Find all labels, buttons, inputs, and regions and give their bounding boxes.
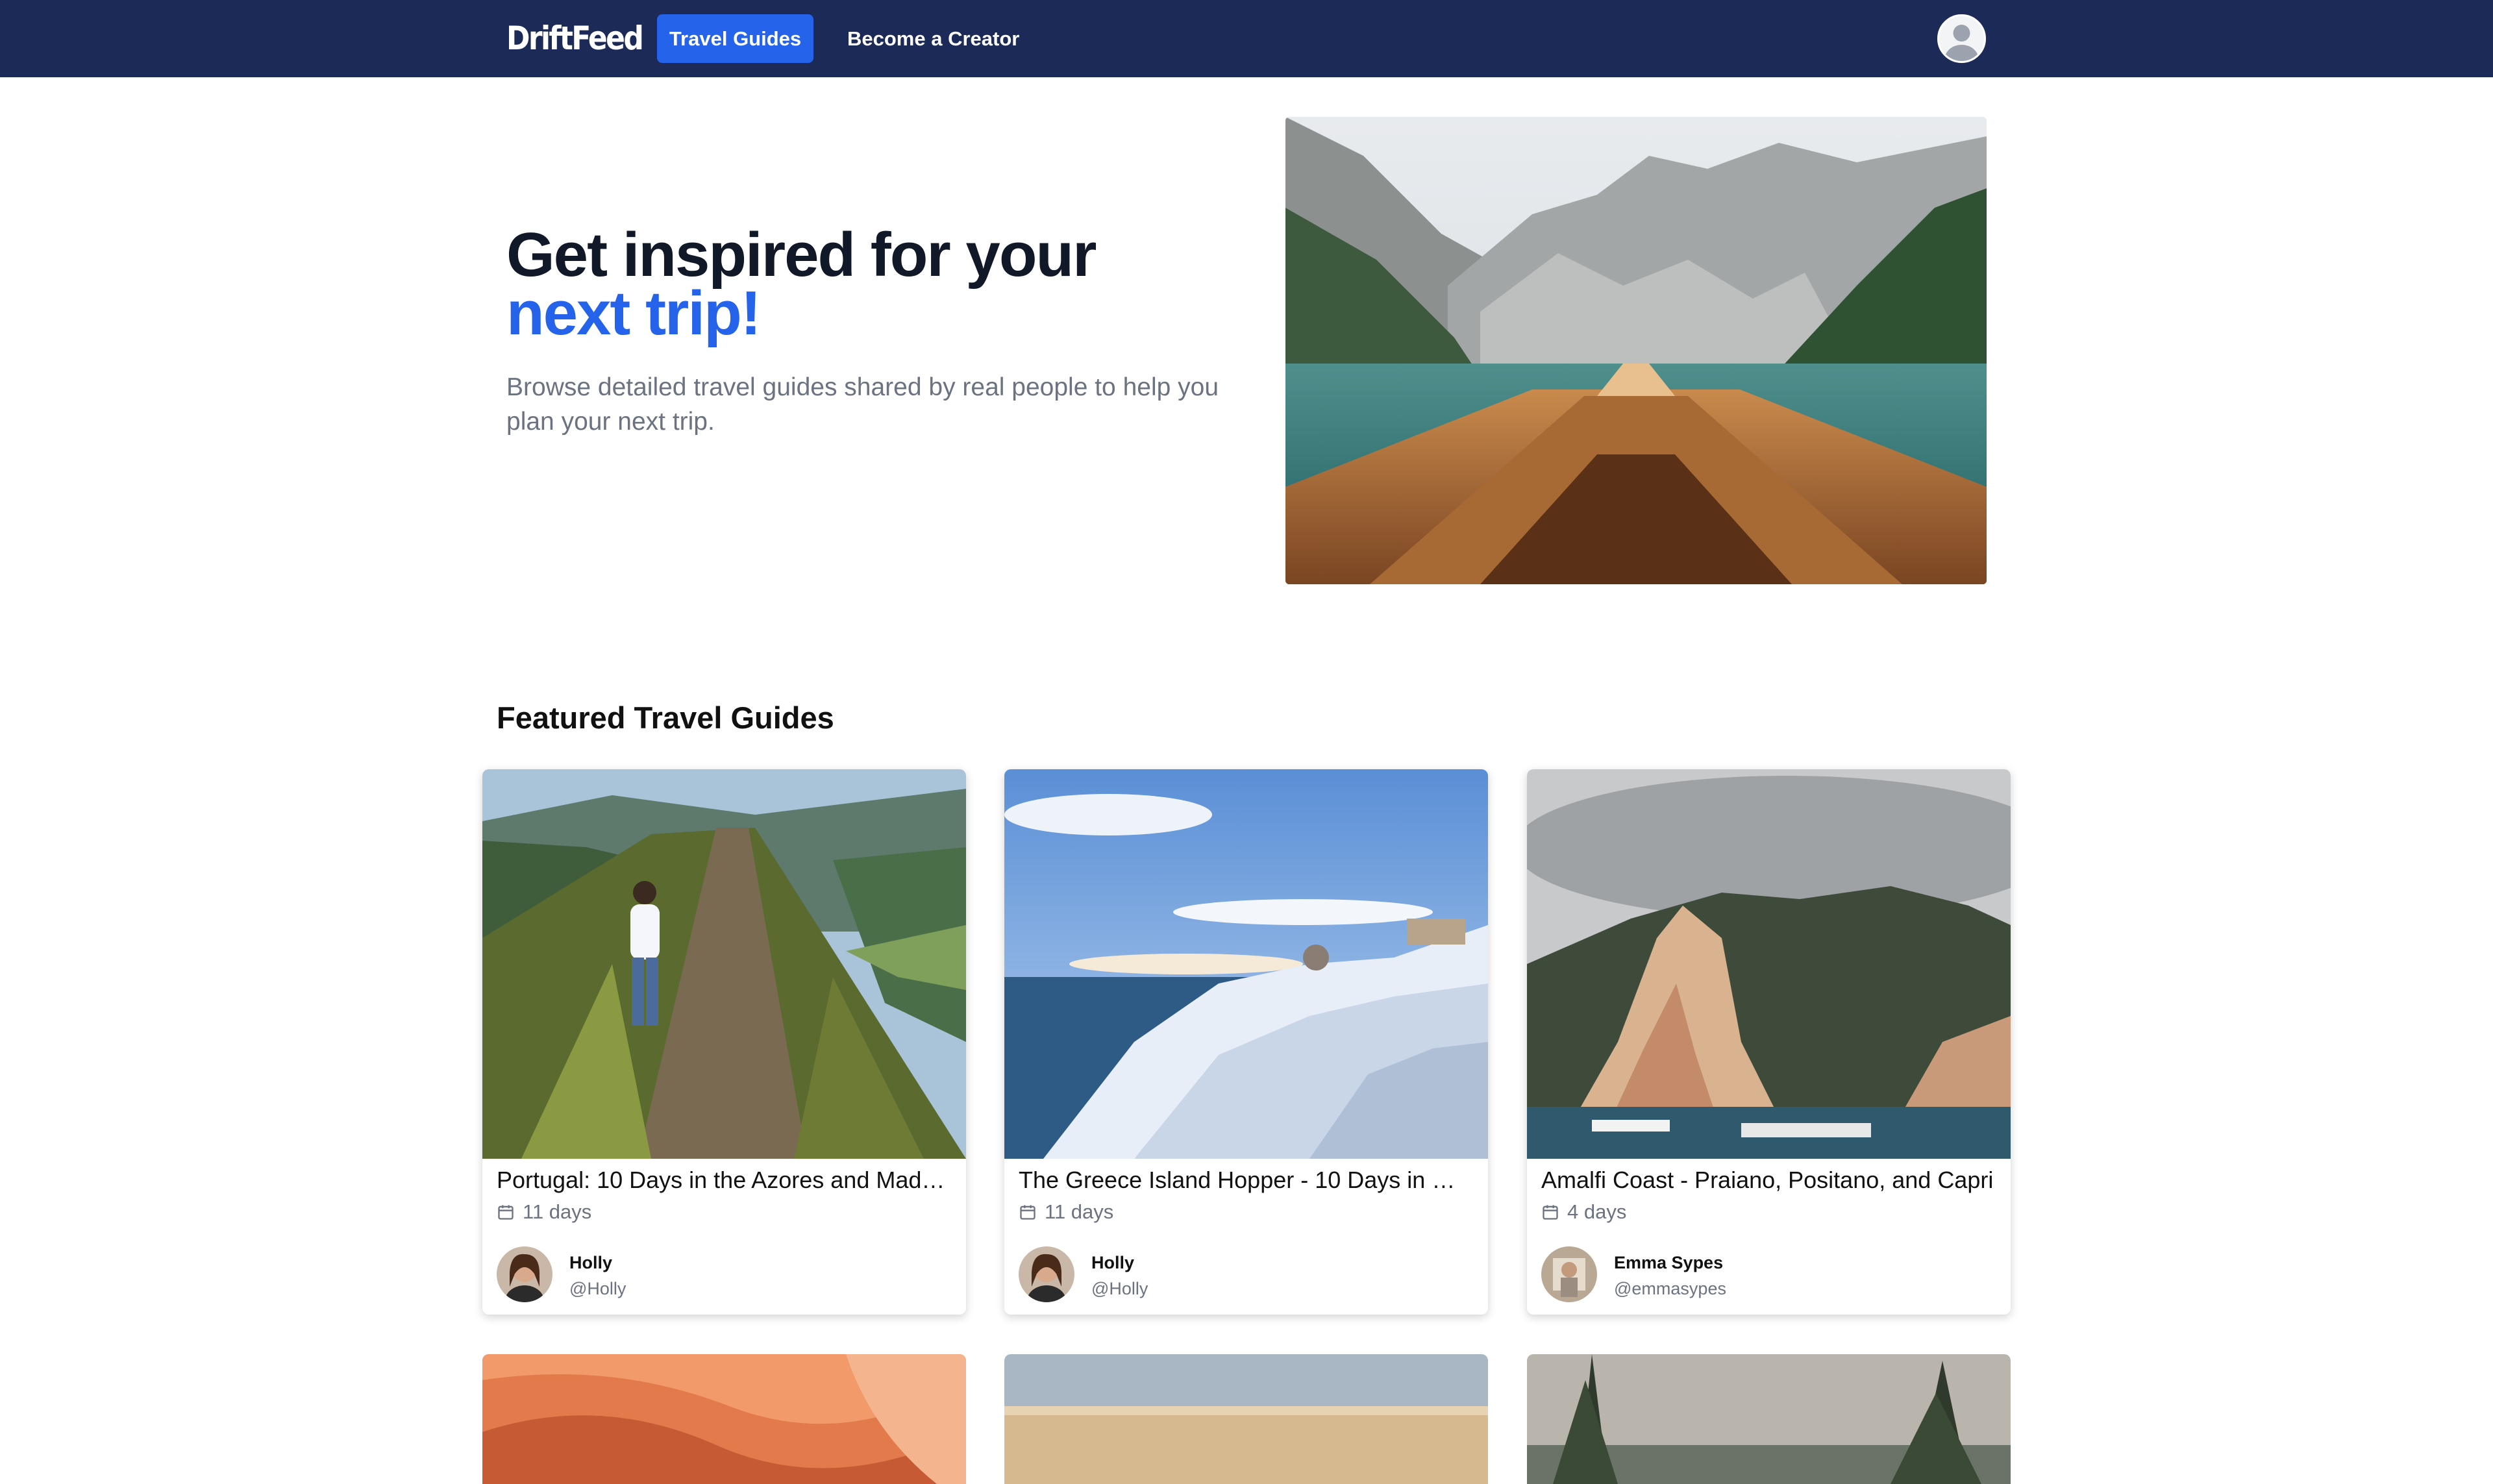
guide-card-partial[interactable] bbox=[482, 1354, 966, 1484]
author-handle: @Holly bbox=[569, 1279, 626, 1298]
author-avatar[interactable] bbox=[1541, 1246, 1597, 1302]
user-avatar-icon[interactable] bbox=[1937, 14, 1986, 63]
hero-subtitle: Browse detailed travel guides shared by … bbox=[506, 373, 1219, 436]
nav-become-creator[interactable]: Become a Creator bbox=[847, 14, 1019, 63]
calendar-icon bbox=[498, 1205, 514, 1220]
guide-card-duration: 4 days bbox=[1541, 1200, 1626, 1224]
author-handle: @emmasypes bbox=[1614, 1279, 1726, 1298]
author-avatar[interactable] bbox=[1019, 1246, 1074, 1302]
guide-card-title[interactable]: The Greece Island Hopper - 10 Days in Gr… bbox=[1019, 1167, 1473, 1194]
nav-travel-guides[interactable]: Travel Guides bbox=[657, 14, 813, 63]
calendar-icon bbox=[1020, 1205, 1036, 1220]
author-name[interactable]: Emma Sypes bbox=[1614, 1253, 1723, 1273]
author-name[interactable]: Holly bbox=[1091, 1253, 1134, 1273]
top-navbar: DriftFeed Travel Guides Become a Creator bbox=[0, 0, 2493, 77]
guide-card-duration: 11 days bbox=[497, 1200, 591, 1224]
author-avatar[interactable] bbox=[497, 1246, 552, 1302]
calendar-icon bbox=[1543, 1205, 1558, 1220]
featured-heading: Featured Travel Guides bbox=[497, 700, 834, 735]
hero-title-accent: next trip! bbox=[506, 278, 762, 348]
author-handle: @Holly bbox=[1091, 1279, 1148, 1298]
guide-card-duration-text: 11 days bbox=[1045, 1200, 1114, 1223]
author-name[interactable]: Holly bbox=[569, 1253, 612, 1273]
guide-card-photo bbox=[1527, 769, 2011, 1159]
guide-card-partial[interactable] bbox=[1004, 1354, 1488, 1484]
guide-card-title[interactable]: Portugal: 10 Days in the Azores and Made… bbox=[497, 1167, 951, 1194]
guide-card-duration-text: 4 days bbox=[1567, 1200, 1627, 1223]
guide-card[interactable]: Amalfi Coast - Praiano, Positano, and Ca… bbox=[1527, 769, 2011, 1315]
guide-card-title[interactable]: Amalfi Coast - Praiano, Positano, and Ca… bbox=[1541, 1167, 1996, 1194]
guide-card[interactable]: Portugal: 10 Days in the Azores and Made… bbox=[482, 769, 966, 1315]
guide-card[interactable]: The Greece Island Hopper - 10 Days in Gr… bbox=[1004, 769, 1488, 1315]
hero-photo bbox=[1285, 117, 1987, 584]
guide-card-photo bbox=[482, 769, 966, 1159]
brand-logo[interactable]: DriftFeed bbox=[506, 19, 644, 57]
guide-card-photo bbox=[1004, 769, 1488, 1159]
guide-card-partial[interactable] bbox=[1527, 1354, 2011, 1484]
guide-card-duration-text: 11 days bbox=[523, 1200, 592, 1223]
hero-title: Get inspired for your next trip! bbox=[506, 224, 1097, 348]
guide-card-duration: 11 days bbox=[1019, 1200, 1113, 1224]
